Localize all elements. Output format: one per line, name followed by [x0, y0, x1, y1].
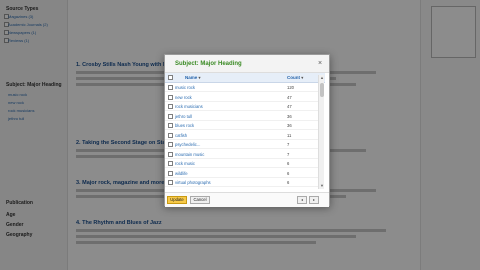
row-checkbox[interactable] — [168, 123, 173, 128]
row-checkbox[interactable] — [168, 94, 173, 100]
row-checkbox[interactable] — [168, 142, 173, 147]
facet-count: 6 — [287, 180, 290, 185]
facet-count: 47 — [287, 94, 292, 100]
facet-row[interactable]: jethro tull 36 — [165, 112, 320, 121]
modal-footer: Update Cancel ◂ ▸ — [165, 192, 329, 207]
row-checkbox[interactable] — [168, 85, 173, 90]
facet-name[interactable]: wildlife — [175, 171, 188, 176]
facet-count: 36 — [287, 123, 292, 128]
scroll-down-icon[interactable]: ▼ — [319, 183, 325, 189]
facet-row[interactable]: music rock 120 — [165, 83, 320, 92]
facet-modal: Subject: Major Heading × Name ▾ Count ▾ … — [164, 54, 330, 207]
facet-row[interactable]: wildlife 6 — [165, 169, 320, 178]
facet-row[interactable]: new rock 47 — [165, 93, 320, 102]
facet-name[interactable]: rock music — [175, 161, 195, 166]
facet-name[interactable]: mountain music — [175, 152, 204, 157]
scroll-thumb[interactable] — [320, 83, 324, 97]
table-header: Name ▾ Count ▾ — [165, 73, 325, 83]
sort-icon: ▾ — [301, 75, 304, 80]
facet-row[interactable]: blues rock 36 — [165, 121, 320, 130]
facet-name[interactable]: psychedelic... — [175, 142, 200, 147]
facet-name[interactable]: rock musicians — [175, 104, 203, 109]
list-scrollbar[interactable]: ▲ ▼ — [318, 75, 324, 189]
facet-count: 7 — [287, 142, 290, 147]
row-checkbox[interactable] — [168, 151, 173, 157]
row-checkbox[interactable] — [168, 161, 173, 166]
close-icon[interactable]: × — [316, 60, 324, 68]
prev-page-button[interactable]: ◂ — [297, 196, 307, 204]
row-checkbox[interactable] — [168, 104, 173, 109]
facet-row[interactable]: psychedelic... 7 — [165, 140, 320, 149]
facet-name[interactable]: music rock — [175, 85, 195, 90]
update-button[interactable]: Update — [167, 196, 187, 204]
facet-row[interactable]: catfish 11 — [165, 131, 320, 140]
row-checkbox[interactable] — [168, 132, 173, 138]
facet-count: 6 — [287, 170, 290, 176]
row-checkbox[interactable] — [168, 113, 173, 119]
facet-list: music rock 120 new rock 47 rock musician… — [165, 83, 320, 191]
facet-count: 47 — [287, 104, 292, 109]
facet-row[interactable]: virtual photographs 6 — [165, 178, 320, 187]
scroll-up-icon[interactable]: ▲ — [319, 75, 325, 81]
cancel-button[interactable]: Cancel — [190, 196, 210, 204]
facet-name[interactable]: new rock — [175, 95, 192, 100]
modal-title: Subject: Major Heading — [175, 61, 242, 67]
column-header-count[interactable]: Count ▾ — [287, 75, 303, 80]
facet-name[interactable]: blues rock — [175, 123, 194, 128]
row-checkbox[interactable] — [168, 180, 173, 185]
facet-row[interactable]: rock music 6 — [165, 159, 320, 168]
column-header-name[interactable]: Name ▾ — [185, 75, 201, 80]
facet-name[interactable]: catfish — [175, 133, 187, 138]
facet-name[interactable]: virtual photographs — [175, 180, 211, 185]
facet-count: 36 — [287, 113, 292, 119]
sort-icon: ▾ — [198, 75, 201, 80]
facet-count: 120 — [287, 85, 294, 90]
facet-count: 11 — [287, 132, 292, 138]
facet-count: 6 — [287, 161, 290, 166]
facet-count: 7 — [287, 151, 290, 157]
facet-row[interactable]: rock musicians 47 — [165, 102, 320, 111]
row-checkbox[interactable] — [168, 170, 173, 176]
select-all-checkbox[interactable] — [168, 75, 173, 80]
facet-name[interactable]: jethro tull — [175, 114, 192, 119]
modal-header: Subject: Major Heading × — [165, 55, 329, 73]
facet-row[interactable]: mountain music 7 — [165, 150, 320, 159]
next-page-button[interactable]: ▸ — [309, 196, 319, 204]
mouse-cursor-icon: ⌖ — [217, 142, 221, 149]
